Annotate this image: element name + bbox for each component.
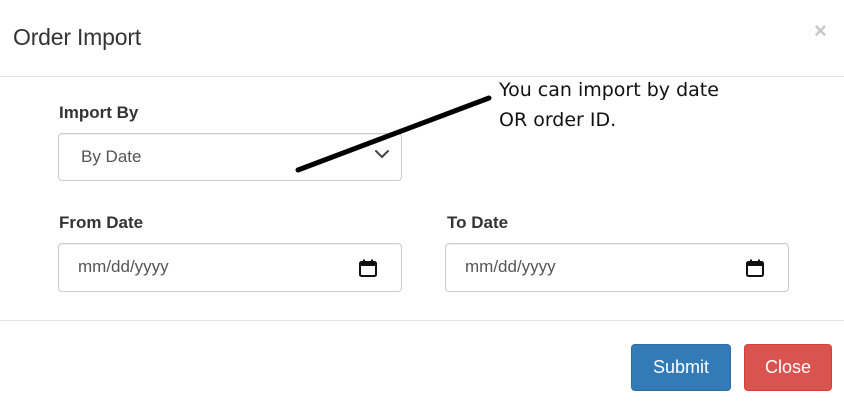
close-icon[interactable]: × xyxy=(814,18,827,44)
to-date-label: To Date xyxy=(447,213,509,232)
from-date-label: From Date xyxy=(59,213,144,232)
annotation-note: You can import by date OR order ID. xyxy=(499,75,799,135)
to-date-input[interactable]: mm/dd/yyyy xyxy=(445,243,789,292)
import-by-select[interactable]: By Date xyxy=(58,133,402,181)
calendar-icon[interactable] xyxy=(358,258,378,278)
footer-divider xyxy=(0,320,844,321)
annotation-line-1: You can import by date xyxy=(499,79,719,101)
submit-button[interactable]: Submit xyxy=(631,344,731,391)
from-date-placeholder: mm/dd/yyyy xyxy=(78,257,169,276)
order-import-modal: Order Import × Import By By Date From Da… xyxy=(0,0,844,407)
close-button[interactable]: Close xyxy=(744,344,832,391)
from-date-input[interactable]: mm/dd/yyyy xyxy=(58,243,402,292)
modal-header: Order Import × xyxy=(0,0,844,77)
modal-title: Order Import xyxy=(13,24,141,50)
import-by-label: Import By xyxy=(59,103,139,122)
import-by-selected-value: By Date xyxy=(81,147,142,166)
calendar-icon[interactable] xyxy=(745,258,765,278)
to-date-placeholder: mm/dd/yyyy xyxy=(465,257,556,276)
annotation-line-2: OR order ID. xyxy=(499,109,617,131)
chevron-down-icon xyxy=(375,150,389,158)
